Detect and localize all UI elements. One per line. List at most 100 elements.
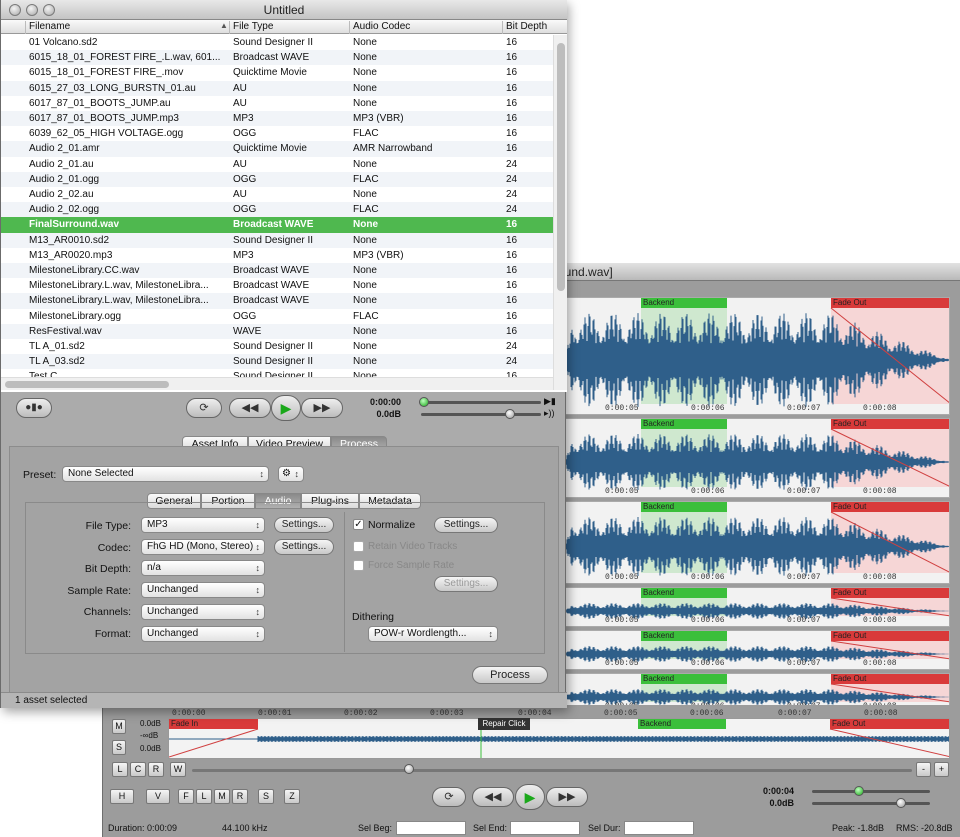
codec-select[interactable]: FhG HD (Mono, Stereo): [141, 539, 265, 555]
table-row[interactable]: Audio 2_02.ogg OGG FLAC 24: [1, 202, 553, 218]
rewind-button[interactable]: ◀◀: [229, 398, 271, 418]
table-row[interactable]: ResFestival.wav WAVE None 16: [1, 323, 553, 339]
gain-slider[interactable]: [421, 413, 541, 416]
table-row[interactable]: 6015_27_03_LONG_BURSTN_01.au AU None 16: [1, 80, 553, 96]
forward-button[interactable]: ▶▶: [301, 398, 343, 418]
zoom-out-button[interactable]: -: [916, 762, 931, 777]
normalize-checkbox[interactable]: ✓: [353, 519, 364, 530]
solo-button[interactable]: S: [112, 740, 126, 755]
table-row[interactable]: 6015_18_01_FOREST FIRE_.mov Quicktime Mov…: [1, 65, 553, 80]
m-button[interactable]: M: [214, 789, 230, 804]
mute-button[interactable]: M: [112, 719, 126, 734]
forward-button-lower[interactable]: ▶▶: [546, 787, 588, 807]
vertical-scrollbar[interactable]: [553, 35, 567, 390]
table-row[interactable]: 6017_87_01_BOOTS_JUMP.au AU None 16: [1, 96, 553, 111]
l2-button[interactable]: L: [196, 789, 212, 804]
backend-region[interactable]: Backend: [641, 502, 727, 512]
lower-position-slider[interactable]: [812, 790, 930, 793]
table-row[interactable]: 6039_62_05_HIGH VOLTAGE.ogg OGG FLAC 16: [1, 126, 553, 141]
normalize-settings-button[interactable]: Settings...: [434, 517, 498, 533]
table-row[interactable]: Audio 2_01.ogg OGG FLAC 24: [1, 171, 553, 187]
sample-rate-select[interactable]: Unchanged: [141, 582, 265, 598]
r-button[interactable]: R: [148, 762, 164, 777]
lower-position-knob[interactable]: [854, 786, 864, 796]
play-button[interactable]: ▶: [271, 395, 301, 421]
lower-gain-knob[interactable]: [896, 798, 906, 808]
format-select[interactable]: Unchanged: [141, 626, 265, 642]
table-row[interactable]: MilestoneLibrary.L.wav, MilestoneLibra..…: [1, 278, 553, 293]
zoom-in-button[interactable]: +: [934, 762, 949, 777]
sel-dur-field[interactable]: [624, 821, 694, 835]
process-button[interactable]: Process: [472, 666, 548, 684]
position-knob[interactable]: [419, 397, 429, 407]
waveform-track[interactable]: Backend Fade Out 0:00:05 0:00:06 0:00:07 0:00…: [564, 587, 950, 627]
mono-track[interactable]: Fade In Backend Fade Out: [168, 718, 950, 759]
table-row[interactable]: M13_AR0020.mp3 MP3 MP3 (VBR) 16: [1, 248, 553, 263]
s-button[interactable]: S: [258, 789, 274, 804]
w-button[interactable]: W: [170, 762, 186, 777]
waveform-track[interactable]: Backend Fade Out 0:00:05 0:00:06 0:00:07 0:00…: [564, 418, 950, 498]
vertical-scroll-thumb[interactable]: [557, 43, 565, 291]
backend-region[interactable]: Backend: [641, 298, 727, 308]
table-row[interactable]: M13_AR0010.sd2 Sound Designer II None 16: [1, 232, 553, 248]
loop-button-lower[interactable]: ⟳: [432, 787, 466, 807]
col-bitdepth[interactable]: Bit Depth: [502, 21, 562, 34]
table-row[interactable]: Audio 2_02.au AU None 24: [1, 187, 553, 202]
position-slider[interactable]: [421, 401, 541, 404]
waveform-track[interactable]: Backend Fade Out 0:00:05 0:00:06 0:00:07 0:00…: [564, 630, 950, 670]
horizontal-scrollbar[interactable]: [1, 377, 553, 390]
c-button[interactable]: C: [130, 762, 146, 777]
r2-button[interactable]: R: [232, 789, 248, 804]
f-button[interactable]: F: [178, 789, 194, 804]
table-row[interactable]: MilestoneLibrary.CC.wav Broadcast WAVE Non…: [1, 263, 553, 279]
fade-in-region[interactable]: Fade In: [169, 719, 258, 729]
force-sample-rate-checkbox[interactable]: [353, 560, 364, 571]
gain-knob[interactable]: [505, 409, 515, 419]
waveform-toggle-icon[interactable]: ●▮●: [16, 398, 52, 418]
fade-out-region[interactable]: Fade Out: [831, 674, 949, 684]
horizontal-scroll-thumb[interactable]: [5, 381, 169, 388]
fade-out-region[interactable]: Fade Out: [831, 298, 949, 308]
skip-end-icon[interactable]: ▶▮: [544, 396, 556, 407]
l-button[interactable]: L: [112, 762, 128, 777]
lower-gain-slider[interactable]: [812, 802, 930, 805]
backend-region[interactable]: Backend: [641, 631, 727, 641]
loop-button[interactable]: ⟳: [186, 398, 222, 418]
codec-settings-button[interactable]: Settings...: [274, 539, 334, 555]
h-button[interactable]: H: [110, 789, 134, 804]
force-settings-button[interactable]: Settings...: [434, 576, 498, 592]
table-row[interactable]: TL A_03.sd2 Sound Designer II None 24: [1, 354, 553, 370]
backend-region[interactable]: Backend: [641, 674, 727, 684]
table-row[interactable]: 01 Volcano.sd2 Sound Designer II None 16: [1, 35, 553, 50]
gear-menu-icon[interactable]: ⚙: [278, 466, 304, 482]
table-row[interactable]: 6017_87_01_BOOTS_JUMP.mp3 MP3 MP3 (VBR) 16: [1, 111, 553, 127]
backend-region[interactable]: Backend: [641, 588, 727, 598]
file-type-select[interactable]: MP3: [141, 517, 265, 533]
z-button[interactable]: Z: [284, 789, 300, 804]
col-filetype[interactable]: File Type: [229, 21, 349, 34]
fade-out-region[interactable]: Fade Out: [831, 631, 949, 641]
waveform-track[interactable]: Backend Fade Out 0:00:05 0:00:06 0:00:07 0:00…: [564, 501, 950, 584]
bit-depth-select[interactable]: n/a: [141, 560, 265, 576]
play-button-lower[interactable]: ▶: [515, 784, 545, 810]
fade-out-region[interactable]: Fade Out: [831, 588, 949, 598]
table-row[interactable]: FinalSurround.wav Broadcast WAVE None 16: [1, 217, 553, 233]
sel-beg-field[interactable]: [396, 821, 466, 835]
table-row[interactable]: MilestoneLibrary.ogg OGG FLAC 16: [1, 309, 553, 324]
rewind-button-lower[interactable]: ◀◀: [472, 787, 514, 807]
table-row[interactable]: TL A_01.sd2 Sound Designer II None 24: [1, 339, 553, 354]
table-row[interactable]: Audio 2_01.au AU None 24: [1, 157, 553, 172]
backend-region[interactable]: Backend: [638, 719, 726, 729]
col-filename[interactable]: Filename: [25, 21, 231, 34]
preset-select[interactable]: None Selected: [62, 466, 269, 482]
fade-out-region[interactable]: Fade Out: [831, 419, 949, 429]
fade-out-region[interactable]: Fade Out: [830, 719, 949, 729]
table-row[interactable]: Audio 2_01.amr Quicktime Movie AMR Narrowb…: [1, 141, 553, 157]
zoom-knob[interactable]: [404, 764, 414, 774]
table-row[interactable]: 6015_18_01_FOREST FIRE_.L.wav, 601... Bro…: [1, 50, 553, 66]
backend-region[interactable]: Backend: [641, 419, 727, 429]
file-type-settings-button[interactable]: Settings...: [274, 517, 334, 533]
zoom-slider[interactable]: [192, 769, 912, 772]
retain-video-checkbox[interactable]: [353, 541, 364, 552]
v-button[interactable]: V: [146, 789, 170, 804]
